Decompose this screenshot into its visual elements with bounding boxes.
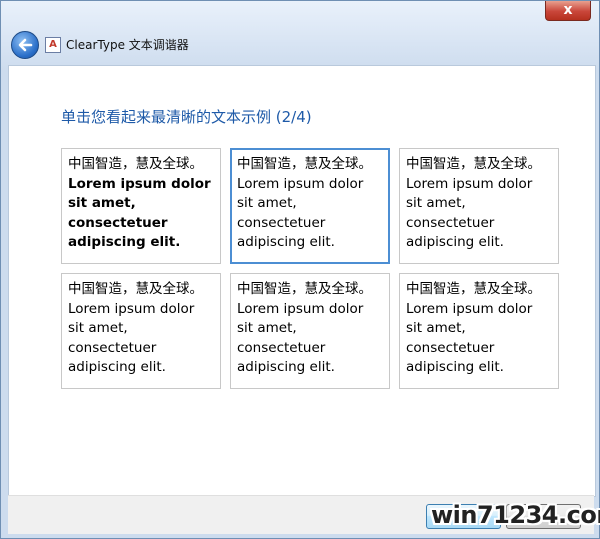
sample-chinese-text: 中国智造，慧及全球。 (406, 156, 541, 172)
sample-chinese-text: 中国智造，慧及全球。 (68, 281, 203, 297)
sample-latin-text: Lorem ipsum dolor sit amet, consectetuer… (237, 300, 364, 376)
sample-latin-text: Lorem ipsum dolor sit amet, consectetuer… (406, 300, 533, 376)
cleartype-window: x A ClearType 文本调谐器 单击您看起来最清晰的文本示例 (2/4)… (0, 0, 600, 539)
sample-chinese-text: 中国智造，慧及全球。 (237, 281, 372, 297)
text-sample-6[interactable]: 中国智造，慧及全球。 Lorem ipsum dolor sit amet, c… (399, 273, 559, 389)
site-watermark: win71234.com (431, 501, 600, 529)
sample-latin-text: Lorem ipsum dolor sit amet, consectetuer… (68, 175, 211, 251)
text-sample-2[interactable]: 中国智造，慧及全球。 Lorem ipsum dolor sit amet, c… (230, 148, 390, 264)
sample-latin-text: Lorem ipsum dolor sit amet, consectetuer… (68, 300, 195, 376)
text-sample-1[interactable]: 中国智造，慧及全球。 Lorem ipsum dolor sit amet, c… (61, 148, 221, 264)
sample-chinese-text: 中国智造，慧及全球。 (68, 156, 203, 172)
page-heading: 单击您看起来最清晰的文本示例 (2/4) (61, 108, 312, 126)
sample-chinese-text: 中国智造，慧及全球。 (237, 156, 372, 172)
window-title: ClearType 文本调谐器 (66, 38, 189, 52)
back-arrow-icon (18, 38, 33, 52)
back-button[interactable] (11, 31, 39, 59)
text-sample-5[interactable]: 中国智造，慧及全球。 Lorem ipsum dolor sit amet, c… (230, 273, 390, 389)
content-panel: 单击您看起来最清晰的文本示例 (2/4) 中国智造，慧及全球。 Lorem ip… (8, 65, 596, 497)
sample-chinese-text: 中国智造，慧及全球。 (406, 281, 541, 297)
text-sample-4[interactable]: 中国智造，慧及全球。 Lorem ipsum dolor sit amet, c… (61, 273, 221, 389)
cleartype-app-icon: A (45, 37, 61, 53)
text-sample-3[interactable]: 中国智造，慧及全球。 Lorem ipsum dolor sit amet, c… (399, 148, 559, 264)
title-bar: A ClearType 文本调谐器 (9, 31, 569, 61)
close-button[interactable]: x (545, 1, 591, 21)
sample-latin-text: Lorem ipsum dolor sit amet, consectetuer… (237, 175, 364, 251)
sample-latin-text: Lorem ipsum dolor sit amet, consectetuer… (406, 175, 533, 251)
